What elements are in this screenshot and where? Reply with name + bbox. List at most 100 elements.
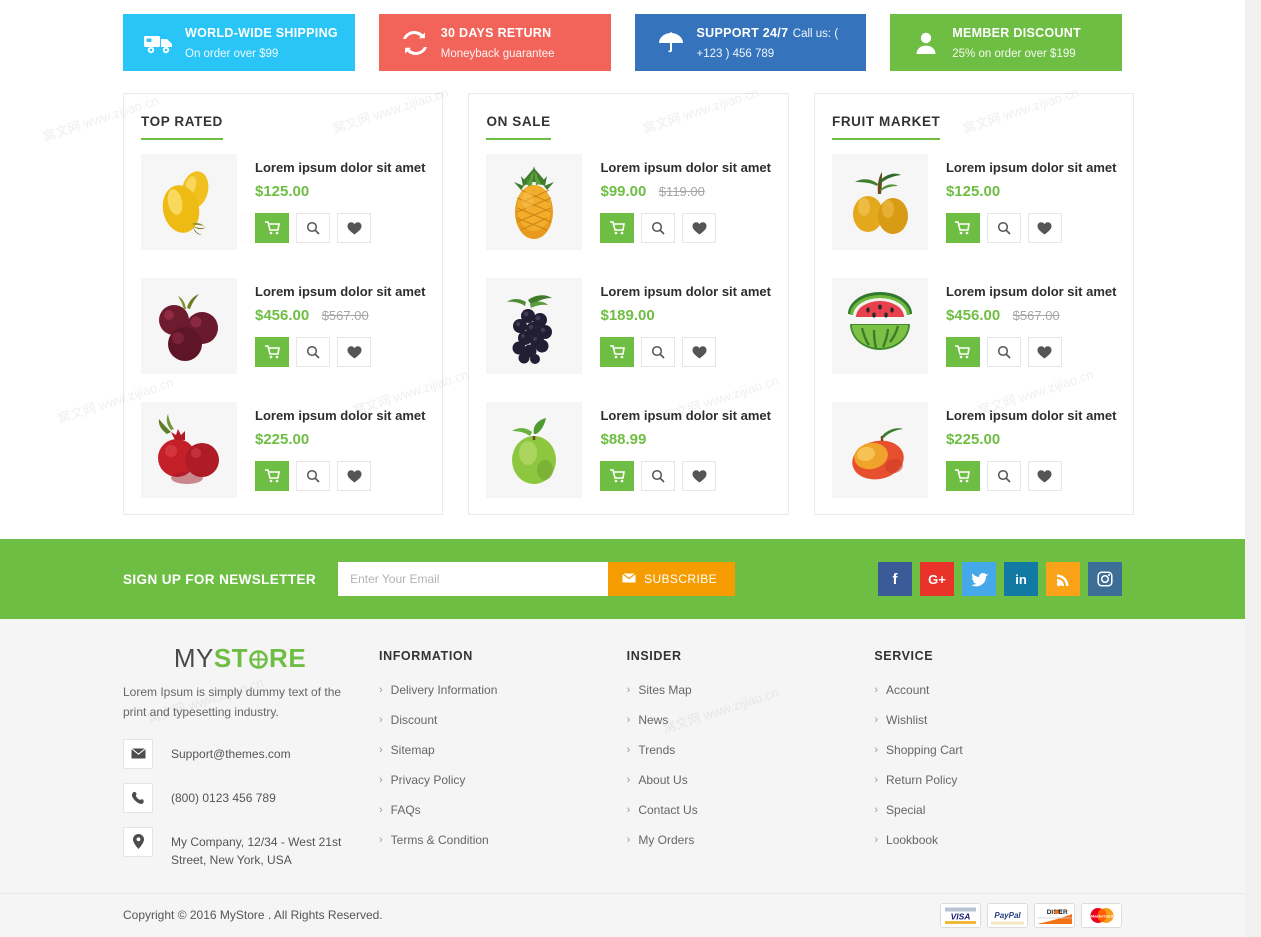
product-old-price: $567.00 — [1012, 308, 1060, 323]
chevron-right-icon: › — [874, 714, 879, 726]
product-name[interactable]: Lorem ipsum dolor sit amet — [600, 408, 770, 423]
add-to-wishlist-button[interactable] — [337, 213, 371, 243]
pomegranate-image[interactable] — [141, 402, 237, 498]
footer-link[interactable]: › Discount — [379, 713, 613, 727]
quick-view-button[interactable] — [296, 337, 330, 367]
plum-image[interactable] — [141, 278, 237, 374]
product-name[interactable]: Lorem ipsum dolor sit amet — [255, 160, 425, 175]
quick-view-button[interactable] — [296, 461, 330, 491]
product-actions — [945, 337, 1116, 367]
service-box-support[interactable]: SUPPORT 24/7 Call us: ( +123 ) 456 789 — [634, 14, 867, 71]
footer-link[interactable]: › Sites Map — [627, 683, 861, 697]
location-icon — [123, 826, 153, 857]
add-to-wishlist-button[interactable] — [1027, 213, 1062, 243]
service-box-shipping[interactable]: WORLD-WIDE SHIPPING On order over $99 — [123, 14, 355, 71]
footer-link[interactable]: › Privacy Policy — [379, 773, 613, 787]
footer-link-label: Discount — [390, 713, 438, 727]
google-plus-icon[interactable]: G+ — [920, 562, 954, 596]
contact-email-text[interactable]: Support@themes.com — [153, 739, 291, 763]
quick-view-button[interactable] — [641, 461, 676, 491]
product-actions — [600, 461, 770, 491]
mail-icon — [622, 572, 636, 586]
subscribe-button[interactable]: SUBSCRIBE — [608, 562, 736, 596]
quick-view-button[interactable] — [986, 337, 1021, 367]
footer-link[interactable]: › Lookbook — [874, 833, 1108, 847]
product-item: Lorem ipsum dolor sit amet $456.00 $567.… — [141, 278, 425, 389]
phone-icon — [123, 782, 153, 813]
footer-brand-column: MYST RE Lorem Ipsum is simply dummy text … — [123, 645, 379, 883]
add-to-wishlist-button[interactable] — [1027, 461, 1062, 491]
footer-link[interactable]: › FAQs — [379, 803, 613, 817]
footer-link[interactable]: › Sitemap — [379, 743, 613, 757]
yellow-tomato-image[interactable] — [141, 154, 237, 250]
product-name[interactable]: Lorem ipsum dolor sit amet — [946, 408, 1116, 423]
add-to-wishlist-button[interactable] — [337, 337, 371, 367]
service-box-return[interactable]: 30 DAYS RETURN Moneyback guarantee — [378, 14, 611, 71]
newsletter-email-input[interactable] — [338, 562, 609, 596]
add-to-cart-button[interactable] — [600, 213, 635, 243]
add-to-cart-button[interactable] — [255, 461, 289, 491]
product-name[interactable]: Lorem ipsum dolor sit amet — [600, 160, 770, 175]
footer-column-heading: INSIDER — [626, 649, 682, 663]
instagram-icon[interactable] — [1088, 562, 1122, 596]
mango-image[interactable] — [831, 402, 928, 498]
product-name[interactable]: Lorem ipsum dolor sit amet — [255, 284, 425, 299]
copyright-bar: Copyright © 2016 MyStore . All Rights Re… — [0, 892, 1245, 937]
add-to-cart-button[interactable] — [255, 213, 289, 243]
footer-link[interactable]: › Wishlist — [874, 713, 1108, 727]
product-prices: $88.99 — [600, 431, 770, 449]
quick-view-button[interactable] — [641, 337, 676, 367]
add-to-cart-button[interactable] — [600, 461, 635, 491]
add-to-wishlist-button[interactable] — [682, 213, 717, 243]
add-to-cart-button[interactable] — [255, 337, 289, 367]
product-name[interactable]: Lorem ipsum dolor sit amet — [946, 284, 1116, 299]
footer-link[interactable]: › Terms & Condition — [379, 833, 613, 847]
add-to-cart-button[interactable] — [945, 213, 980, 243]
product-name[interactable]: Lorem ipsum dolor sit amet — [255, 408, 425, 423]
footer-link[interactable]: › Delivery Information — [379, 683, 613, 697]
linkedin-icon[interactable]: in — [1004, 562, 1038, 596]
green-apple-image[interactable] — [486, 402, 583, 498]
footer-link[interactable]: › My Orders — [627, 833, 861, 847]
quick-view-button[interactable] — [641, 213, 676, 243]
facebook-icon[interactable]: f — [878, 562, 912, 596]
chevron-right-icon: › — [626, 714, 631, 726]
add-to-cart-button[interactable] — [600, 337, 635, 367]
add-to-wishlist-button[interactable] — [337, 461, 371, 491]
mastercard-icon: MasterCard — [1081, 902, 1122, 928]
grapes-image[interactable] — [486, 278, 583, 374]
contact-phone-text[interactable]: (800) 0123 456 789 — [153, 783, 276, 807]
service-box-member[interactable]: MEMBER DISCOUNT 25% on order over $199 — [890, 14, 1122, 71]
add-to-wishlist-button[interactable] — [1027, 337, 1062, 367]
newsletter-label: SIGN UP FOR NEWSLETTER — [123, 571, 317, 587]
watermelon-image[interactable] — [831, 278, 928, 374]
pineapple-image[interactable] — [486, 154, 583, 250]
service-subtitle: 25% on order over $199 — [952, 47, 1076, 60]
rss-icon[interactable] — [1046, 562, 1080, 596]
quick-view-button[interactable] — [986, 213, 1021, 243]
footer-link[interactable]: › Account — [874, 683, 1108, 697]
add-to-wishlist-button[interactable] — [682, 337, 717, 367]
footer-link[interactable]: › Special — [874, 803, 1108, 817]
site-logo[interactable]: MYST RE — [123, 645, 357, 671]
service-subtitle: Moneyback guarantee — [440, 47, 555, 60]
quick-view-button[interactable] — [986, 461, 1021, 491]
loquat-image[interactable] — [831, 154, 928, 250]
footer-link[interactable]: › Trends — [627, 743, 861, 757]
footer-link[interactable]: › News — [627, 713, 861, 727]
quick-view-button[interactable] — [296, 213, 330, 243]
add-to-wishlist-button[interactable] — [682, 461, 717, 491]
twitter-icon[interactable] — [962, 562, 996, 596]
product-actions — [945, 461, 1116, 491]
chevron-right-icon: › — [874, 744, 879, 756]
footer-link[interactable]: › Contact Us — [627, 803, 861, 817]
footer-link[interactable]: › Shopping Cart — [874, 743, 1108, 757]
footer-link[interactable]: › About Us — [627, 773, 861, 787]
product-name[interactable]: Lorem ipsum dolor sit amet — [600, 284, 770, 299]
product-name[interactable]: Lorem ipsum dolor sit amet — [946, 160, 1116, 175]
footer-link-label: FAQs — [390, 803, 421, 817]
add-to-cart-button[interactable] — [945, 337, 980, 367]
add-to-cart-button[interactable] — [945, 461, 980, 491]
footer-link[interactable]: › Return Policy — [874, 773, 1108, 787]
footer-description: Lorem Ipsum is simply dummy text of the … — [123, 685, 342, 719]
